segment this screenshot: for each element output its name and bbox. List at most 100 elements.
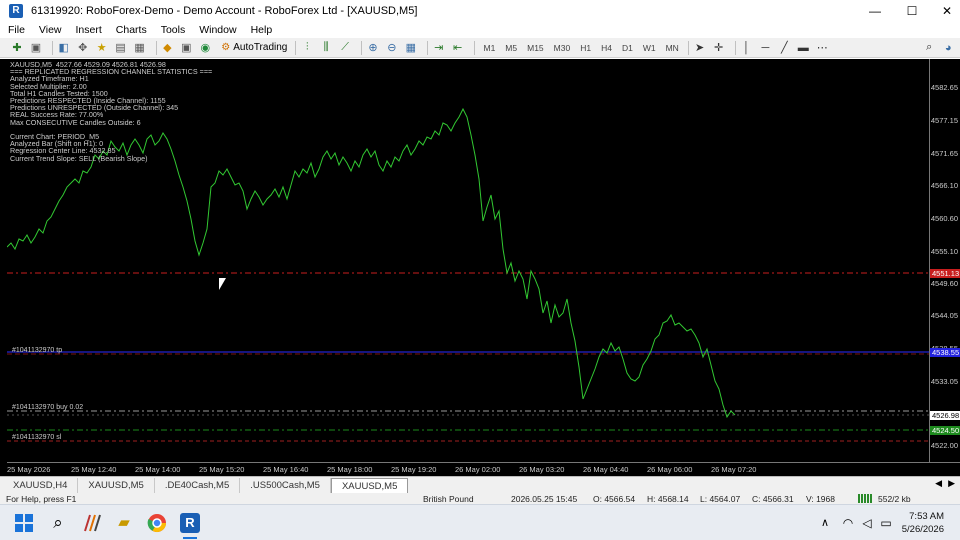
cursor-icon[interactable]: ➤ [693, 40, 707, 56]
price-label: 4555.10 [930, 247, 958, 256]
windows-taskbar: ⌕ ▰ R ∧ ◠ ◁ ▭ 7:53 AM 5/26/2026 [0, 504, 960, 540]
toolbar: ✚ ▣ ◧ ✥ ★ ▤ ▦ ◆ ▣ ◉ ⚙ AutoTrading ⫶ ⫼ ⟋ … [0, 38, 960, 58]
terminal-icon[interactable]: ▤ [114, 40, 128, 56]
auto-scroll-icon[interactable]: ⇥ [432, 40, 446, 56]
stats-line: Max CONSECUTIVE Candles Outside: 6 [10, 117, 141, 127]
minimize-button[interactable]: — [858, 0, 892, 22]
mouse-cursor-icon [219, 278, 226, 290]
tray-chevron-icon[interactable]: ∧ [815, 513, 835, 533]
chart-left-margin [0, 59, 7, 476]
zoom-in-icon[interactable]: ⊕ [366, 40, 380, 56]
tab-us500cash-m5[interactable]: .US500Cash,M5 [240, 478, 331, 493]
app-logo-icon: R [9, 4, 23, 18]
market-watch-icon[interactable]: ◧ [57, 40, 71, 56]
metaeditor-icon[interactable]: ▣ [179, 40, 193, 56]
menu-charts[interactable]: Charts [116, 24, 147, 36]
status-high: H: 4568.14 [647, 494, 689, 504]
new-chart-icon[interactable]: ✚ [10, 40, 24, 56]
timeframe-h4[interactable]: H4 [601, 43, 612, 53]
taskbar-clock[interactable]: 7:53 AM 5/26/2026 [902, 510, 944, 536]
menu-window[interactable]: Window [199, 24, 236, 36]
chart-info-panel: XAUUSD,M5 4527.66 4529.09 4526.81 4526.9… [10, 61, 212, 162]
candlestick-icon[interactable]: ⫼ [319, 40, 333, 56]
app-stripes-icon[interactable] [82, 513, 102, 533]
buy-order-label: #1041132970 buy 0.02 [12, 404, 84, 411]
blue-price-box: 4538.55 [930, 348, 960, 357]
autotrading-button[interactable]: ⚙ AutoTrading [221, 42, 287, 53]
sl-order-label: #1041132970 sl [12, 434, 62, 441]
tab-xauusd-m5[interactable]: XAUUSD,M5 [78, 478, 155, 493]
search-icon[interactable]: ⌕ [48, 513, 68, 533]
tab-scroll-right-icon[interactable]: ▶ [948, 478, 955, 489]
navigator-icon[interactable]: ★ [95, 40, 109, 56]
menu-help[interactable]: Help [251, 24, 273, 36]
data-window-icon[interactable]: ✥ [76, 40, 90, 56]
price-chart[interactable]: XAUUSD,M5 4527.66 4529.09 4526.81 4526.9… [7, 59, 929, 462]
price-label: 4522.00 [930, 441, 958, 450]
time-label: 25 May 2026 [7, 465, 51, 474]
menu-tools[interactable]: Tools [161, 24, 186, 36]
tab-xauusd-m5-active[interactable]: XAUUSD,M5 [330, 478, 409, 493]
status-low: L: 4564.07 [700, 494, 741, 504]
chrome-icon[interactable] [147, 513, 167, 533]
clock-time: 7:53 AM [909, 511, 944, 522]
menu-view[interactable]: View [39, 24, 62, 36]
timeframe-mn[interactable]: MN [666, 43, 679, 53]
price-label: 4571.65 [930, 149, 958, 158]
timeframe-m5[interactable]: M5 [505, 43, 517, 53]
tab-scroll-left-icon[interactable]: ◀ [935, 478, 942, 489]
time-label: 25 May 18:00 [327, 465, 373, 474]
zoom-out-icon[interactable]: ⊖ [385, 40, 399, 56]
close-button[interactable]: ✕ [930, 0, 960, 22]
menu-insert[interactable]: Insert [76, 24, 102, 36]
signals-icon[interactable]: ◉ [198, 40, 212, 56]
chart-shift-icon[interactable]: ⇤ [451, 40, 465, 56]
price-label: 4577.15 [930, 116, 958, 125]
search-icon[interactable]: ⌕ [922, 40, 936, 56]
price-label: 4560.60 [930, 214, 958, 223]
roboforex-app-icon[interactable]: R [180, 513, 200, 533]
account-icon[interactable]: ◕ [941, 40, 955, 56]
trendline-icon[interactable]: ╱ [777, 40, 791, 56]
timeframe-w1[interactable]: W1 [643, 43, 656, 53]
timeframe-d1[interactable]: D1 [622, 43, 633, 53]
status-open: O: 4566.54 [593, 494, 636, 504]
crosshair-icon[interactable]: ✛ [712, 40, 726, 56]
timeframe-m30[interactable]: M30 [554, 43, 571, 53]
timeframe-h1[interactable]: H1 [580, 43, 591, 53]
tp-order-label: #1041132970 tp [12, 347, 63, 354]
battery-icon[interactable]: ▭ [876, 513, 896, 533]
vertical-line-icon[interactable]: │ [739, 40, 753, 56]
autotrading-label: AutoTrading [233, 42, 288, 53]
tab-xauusd-h4[interactable]: XAUUSD,H4 [3, 478, 79, 493]
menu-file[interactable]: File [8, 24, 25, 36]
bar-chart-icon[interactable]: ⫶ [300, 40, 314, 56]
time-label: 25 May 19:20 [391, 465, 437, 474]
windows-start-icon[interactable] [14, 513, 34, 533]
toolbar-separator [155, 40, 157, 55]
toolbar-separator [426, 40, 428, 55]
strategy-tester-icon[interactable]: ▦ [133, 40, 147, 56]
volume-icon[interactable]: ◁ [857, 513, 877, 533]
chart-tabs: XAUUSD,H4 XAUUSD,M5 .DE40Cash,M5 .US500C… [0, 476, 960, 493]
green-price-box: 4524.50 [930, 426, 960, 435]
title-bar: R 61319920: RoboForex-Demo - Demo Accoun… [0, 0, 960, 22]
price-label: 4549.60 [930, 279, 958, 288]
file-explorer-icon[interactable]: ▰ [114, 513, 134, 533]
timeframe-m15[interactable]: M15 [527, 43, 544, 53]
current-price-box: 4526.98 [930, 411, 960, 420]
tab-de40cash-m5[interactable]: .DE40Cash,M5 [155, 478, 241, 493]
profiles-icon[interactable]: ▣ [29, 40, 43, 56]
status-volume: V: 1968 [806, 494, 835, 504]
maximize-button[interactable]: ☐ [895, 0, 929, 22]
toolbar-separator [361, 40, 362, 55]
horizontal-line-icon[interactable]: ─ [758, 40, 772, 56]
shapes-icon[interactable]: ▬ [796, 40, 810, 56]
line-chart-icon[interactable]: ⟋ [338, 40, 352, 56]
tile-windows-icon[interactable]: ▦ [404, 40, 418, 56]
toolbar-separator [687, 40, 689, 55]
new-order-icon[interactable]: ◆ [160, 40, 174, 56]
timeframe-m1[interactable]: M1 [483, 43, 495, 53]
more-objects-icon[interactable]: ⋯ [815, 40, 829, 56]
wifi-icon[interactable]: ◠ [838, 513, 858, 533]
